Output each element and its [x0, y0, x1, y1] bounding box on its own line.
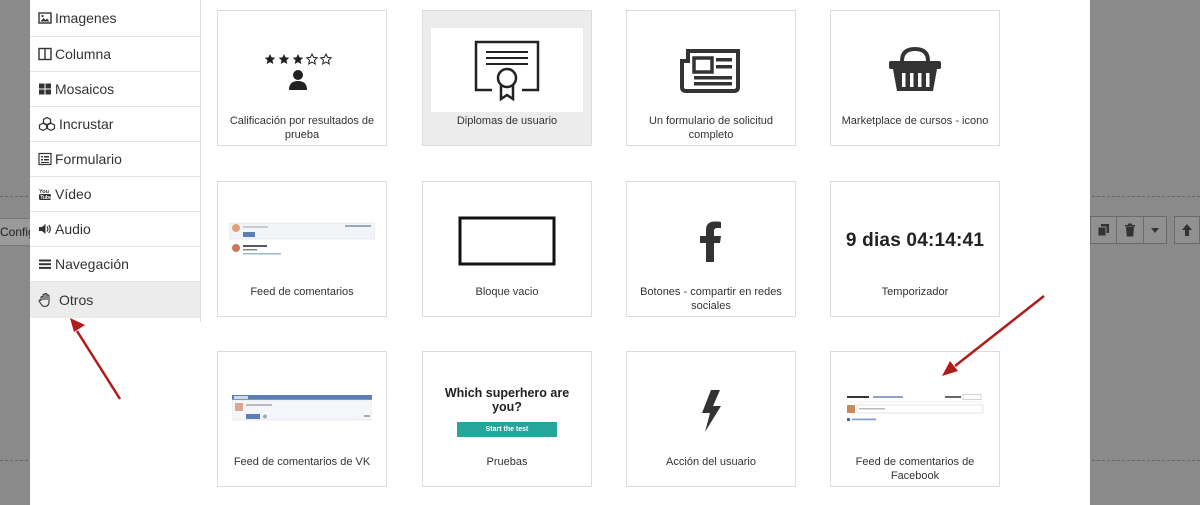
annotation-arrows — [70, 295, 1045, 400]
arrow-to-otros — [70, 318, 122, 400]
arrow-to-facebook-feed — [942, 295, 1045, 376]
